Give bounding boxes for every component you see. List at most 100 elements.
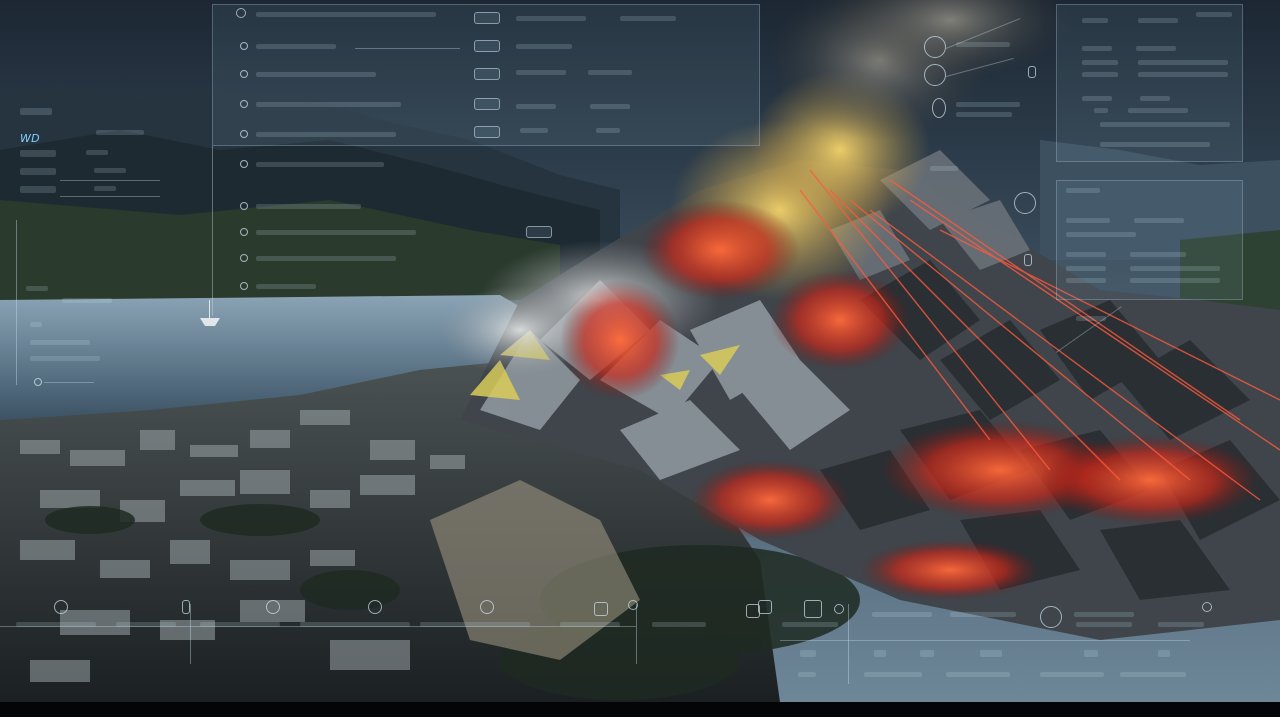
toggle-1[interactable] xyxy=(474,12,500,24)
pin-small-icon[interactable] xyxy=(480,600,494,614)
focus-icon[interactable] xyxy=(1040,606,1062,628)
readout-row-3-label xyxy=(86,150,108,155)
left-caption-dot[interactable] xyxy=(34,378,42,386)
left-caption-1 xyxy=(26,286,48,291)
readout-row-4-value xyxy=(20,168,56,175)
power-icon[interactable] xyxy=(1202,602,1212,612)
left-caption-3 xyxy=(30,322,42,327)
option-radio-1[interactable] xyxy=(240,42,248,50)
b-label-11 xyxy=(1074,612,1134,617)
toggle-3[interactable] xyxy=(474,68,500,80)
b-sub-4 xyxy=(1040,672,1104,677)
tr-row-6-value xyxy=(1128,108,1188,113)
param-1 xyxy=(516,16,586,21)
option-radio-6[interactable] xyxy=(240,202,248,210)
camera-icon[interactable] xyxy=(54,600,68,614)
option-radio-8[interactable] xyxy=(240,254,248,262)
tr-row-4-label xyxy=(1082,72,1118,77)
target-small-icon[interactable] xyxy=(266,600,280,614)
readout-row-3-value xyxy=(20,150,56,157)
b-value-1 xyxy=(800,650,816,657)
b-sub-1 xyxy=(798,672,816,677)
readout-row-5-label xyxy=(94,186,116,191)
drone-icon[interactable] xyxy=(758,600,772,614)
scan-icon[interactable] xyxy=(1014,192,1036,214)
b-label-13 xyxy=(1158,622,1204,627)
toggle-6[interactable] xyxy=(526,226,552,238)
mr-row-2 xyxy=(1066,232,1136,237)
shield-icon[interactable] xyxy=(182,600,190,614)
mr-row-5-label xyxy=(1066,278,1106,283)
top-right-panel xyxy=(1056,4,1243,162)
lock-icon[interactable] xyxy=(804,600,822,618)
bottom-divider-2 xyxy=(636,604,637,664)
c-row-2 xyxy=(956,102,1020,107)
option-radio-7[interactable] xyxy=(240,228,248,236)
b-label-3 xyxy=(200,622,280,627)
mr-row-3-label xyxy=(1066,252,1106,257)
param-3b xyxy=(588,70,632,75)
param-3 xyxy=(516,70,566,75)
readout-rule-2 xyxy=(60,196,160,197)
option-radio-4[interactable] xyxy=(240,130,248,138)
b-label-4 xyxy=(300,622,410,627)
chevron-icon[interactable] xyxy=(236,8,246,18)
tr-row-5-value xyxy=(1140,96,1170,101)
mr-row-1-label xyxy=(1066,218,1110,223)
toggle-5[interactable] xyxy=(474,126,500,138)
readout-row-5-value xyxy=(20,186,56,193)
option-text-7 xyxy=(256,230,416,235)
b-label-2 xyxy=(116,622,176,627)
mr-title xyxy=(1066,188,1100,193)
readout-row-1-value xyxy=(20,108,52,115)
pin-icon[interactable] xyxy=(932,98,946,118)
option-text-3 xyxy=(256,102,401,107)
radar-icon[interactable] xyxy=(924,64,946,86)
left-caption-rule xyxy=(44,382,94,383)
wave-icon[interactable] xyxy=(368,600,382,614)
option-text-5 xyxy=(256,162,384,167)
alert-icon[interactable] xyxy=(594,602,608,616)
b-value-2 xyxy=(874,650,886,657)
option-radio-9[interactable] xyxy=(240,282,248,290)
option-text-1 xyxy=(256,44,336,49)
option-text-9 xyxy=(256,284,316,289)
bottom-divider-3 xyxy=(848,604,849,684)
b-value-6 xyxy=(1158,650,1170,657)
mr-row-4-label xyxy=(1066,266,1106,271)
option-text-2 xyxy=(256,72,376,77)
tr-title xyxy=(1196,12,1232,17)
param-1b xyxy=(620,16,676,21)
left-leader-line xyxy=(16,220,17,385)
tr-row-6-label xyxy=(1094,108,1108,113)
param-2 xyxy=(516,44,572,49)
option-radio-2[interactable] xyxy=(240,70,248,78)
option-radio-3[interactable] xyxy=(240,100,248,108)
tr-row-1-label xyxy=(1082,18,1108,23)
bottom-letterbox xyxy=(0,702,1280,717)
tr-row-1-value xyxy=(1138,18,1178,23)
toggle-4[interactable] xyxy=(474,98,500,110)
target-icon[interactable] xyxy=(924,36,946,58)
b-label-5 xyxy=(420,622,530,627)
b-label-8 xyxy=(782,622,838,627)
option-rule-1 xyxy=(355,48,460,49)
toggle-2[interactable] xyxy=(474,40,500,52)
readout-row-2-label xyxy=(96,130,144,135)
option-radio-5[interactable] xyxy=(240,160,248,168)
bottom-rule-right xyxy=(780,640,1190,641)
param-4b xyxy=(590,104,630,109)
option-text-6 xyxy=(256,204,361,209)
signal-icon[interactable] xyxy=(628,600,638,610)
status-dot-icon[interactable] xyxy=(834,604,844,614)
b-label-1 xyxy=(16,622,96,627)
b-label-12 xyxy=(1076,622,1132,627)
left-caption-4 xyxy=(30,340,90,345)
c-row-1 xyxy=(956,42,1010,47)
c-row-3 xyxy=(956,112,1012,117)
tr-heading xyxy=(1100,122,1230,127)
b-sub-5 xyxy=(1120,672,1186,677)
b-label-10 xyxy=(950,612,1016,617)
readout-row-4-label xyxy=(94,168,126,173)
tr-row-3-value xyxy=(1138,60,1228,65)
